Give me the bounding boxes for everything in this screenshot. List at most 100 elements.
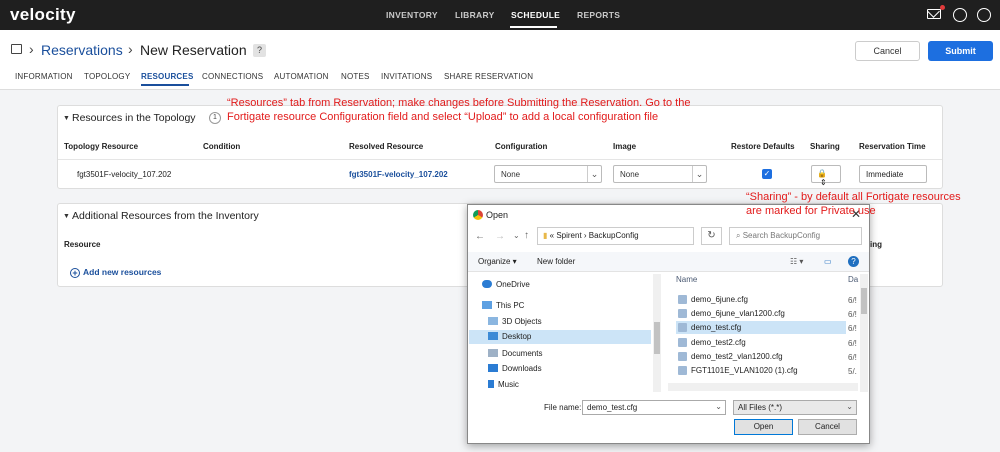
file-row[interactable]: demo_test2.cfg xyxy=(676,336,846,349)
file-name: FGT1101E_VLAN1020 (1).cfg xyxy=(691,366,798,375)
dialog-cancel-button[interactable]: Cancel xyxy=(798,419,857,435)
tree-item-downloads[interactable]: Downloads xyxy=(488,364,542,373)
chrome-icon xyxy=(473,210,483,220)
configuration-select[interactable]: None ⌄ xyxy=(494,165,602,183)
file-row[interactable]: FGT1101E_VLAN1020 (1).cfg xyxy=(676,364,846,377)
file-date: 6/! xyxy=(848,324,857,333)
tab-notes[interactable]: NOTES xyxy=(341,72,370,81)
tab-topology[interactable]: TOPOLOGY xyxy=(84,72,130,81)
tree-label: Downloads xyxy=(502,364,542,373)
file-row[interactable]: demo_6june_vlan1200.cfg xyxy=(676,307,846,320)
top-nav: velocity INVENTORY LIBRARY SCHEDULE REPO… xyxy=(0,0,1000,30)
collapse-caret-icon[interactable]: ▼ xyxy=(63,115,70,122)
more-icon[interactable] xyxy=(977,8,991,22)
nav-reports[interactable]: REPORTS xyxy=(577,10,620,20)
nav-active-indicator xyxy=(510,26,557,28)
collapse-caret-icon[interactable]: ▼ xyxy=(63,213,70,220)
annotation-sharing-line1: “Sharing” - by default all Fortigate res… xyxy=(746,191,961,203)
file-icon xyxy=(678,352,687,361)
nav-schedule[interactable]: SCHEDULE xyxy=(511,10,560,20)
tab-resources[interactable]: RESOURCES xyxy=(141,72,193,81)
file-name-label: File name: xyxy=(544,403,582,412)
configuration-value: None xyxy=(501,170,521,179)
file-row-partial: ▁▁▁ xyxy=(676,286,695,292)
tree-label: This PC xyxy=(496,301,525,310)
tree-item-music[interactable]: Music xyxy=(488,380,519,389)
sharing-select[interactable]: 🔒⇕ xyxy=(811,165,841,187)
annotation-resources-line2: Fortigate resource Configuration field a… xyxy=(227,111,659,123)
tree-scroll-thumb[interactable] xyxy=(654,322,660,354)
help-icon[interactable]: ? xyxy=(848,256,859,267)
tree-item-desktop[interactable]: Desktop xyxy=(469,330,651,344)
col-reservation-time: Reservation Time xyxy=(859,142,926,151)
file-row[interactable]: demo_test2_vlan1200.cfg xyxy=(676,350,846,363)
tree-label: 3D Objects xyxy=(502,317,542,326)
chevron-right-icon: › xyxy=(128,41,133,57)
tree-item-onedrive[interactable]: OneDrive xyxy=(482,280,530,289)
submit-button[interactable]: Submit xyxy=(928,41,993,61)
notification-dot xyxy=(940,5,945,10)
tree-item-this-pc[interactable]: This PC xyxy=(482,301,524,310)
forward-arrow-icon[interactable]: → xyxy=(495,231,505,242)
file-name-input[interactable]: demo_test.cfg ⌄ xyxy=(582,400,726,415)
tab-active-indicator xyxy=(141,84,189,86)
col-resolved-resource: Resolved Resource xyxy=(349,142,424,151)
file-type-select[interactable]: All Files (*.*) ⌄ xyxy=(733,400,857,415)
preview-pane-icon[interactable]: ▭ xyxy=(824,257,832,266)
resource-count-badge: 1 xyxy=(209,112,221,124)
tree-label: Music xyxy=(498,380,519,389)
back-arrow-icon[interactable]: ← xyxy=(475,231,485,242)
col-image: Image xyxy=(613,142,637,151)
col-date-header[interactable]: Da xyxy=(848,275,858,284)
address-bar[interactable]: ▮ « Spirent › BackupConfig xyxy=(537,227,694,245)
tab-information[interactable]: INFORMATION xyxy=(15,72,73,81)
col-name-header[interactable]: Name xyxy=(676,275,697,284)
image-select[interactable]: None ⌄ xyxy=(613,165,707,183)
velocity-logo[interactable]: velocity xyxy=(10,5,76,25)
file-row[interactable]: demo_6june.cfg xyxy=(676,293,846,306)
divider xyxy=(58,159,942,160)
new-folder-button[interactable]: New folder xyxy=(537,257,575,266)
cancel-button[interactable]: Cancel xyxy=(855,41,920,61)
address-path: « Spirent › BackupConfig xyxy=(549,231,639,240)
document-icon xyxy=(488,349,498,357)
computer-icon xyxy=(482,301,492,309)
tab-share-reservation[interactable]: SHARE RESERVATION xyxy=(444,72,533,81)
search-input[interactable]: ⌕ Search BackupConfig xyxy=(729,227,862,245)
recent-dropdown-icon[interactable]: ⌄ xyxy=(513,231,520,240)
annotation-sharing-line2: are marked for Private use xyxy=(746,205,876,217)
resolved-resource-link[interactable]: fgt3501F-velocity_107.202 xyxy=(349,170,448,179)
up-down-icon: ⇕ xyxy=(820,178,827,187)
file-name: demo_test2.cfg xyxy=(691,338,746,347)
open-button[interactable]: Open xyxy=(734,419,793,435)
organize-menu[interactable]: Organize ▾ xyxy=(478,257,517,266)
help-icon[interactable]: ? xyxy=(253,44,266,57)
tree-item-documents[interactable]: Documents xyxy=(488,349,542,358)
annotation-resources-line1: “Resources” tab from Reservation; make c… xyxy=(227,97,691,109)
nav-library[interactable]: LIBRARY xyxy=(455,10,495,20)
nav-inventory[interactable]: INVENTORY xyxy=(386,10,438,20)
view-options-icon[interactable]: ☷ ▾ xyxy=(790,257,803,266)
breadcrumb-reservations[interactable]: Reservations xyxy=(41,42,123,58)
reservation-time-select[interactable]: Immediate xyxy=(859,165,927,183)
file-scroll-thumb[interactable] xyxy=(861,288,867,314)
restore-defaults-checkbox[interactable]: ✓ xyxy=(762,169,772,179)
up-arrow-icon[interactable]: ↑ xyxy=(524,230,529,241)
user-icon[interactable] xyxy=(953,8,967,22)
chevron-down-icon: ⌄ xyxy=(587,166,601,182)
refresh-icon[interactable]: ↻ xyxy=(701,227,722,245)
page-header: › Reservations › New Reservation ? Cance… xyxy=(0,30,1000,90)
file-date: 6/! xyxy=(848,310,857,319)
mail-icon[interactable] xyxy=(927,9,941,19)
tab-connections[interactable]: CONNECTIONS xyxy=(202,72,263,81)
chevron-down-icon: ⌄ xyxy=(715,402,722,411)
tree-item-3d-objects[interactable]: 3D Objects xyxy=(488,317,542,326)
tab-invitations[interactable]: INVITATIONS xyxy=(381,72,432,81)
add-new-resources-link[interactable]: + Add new resources xyxy=(70,267,161,278)
file-date: 6/! xyxy=(848,339,857,348)
tab-automation[interactable]: AUTOMATION xyxy=(274,72,329,81)
file-name: demo_test.cfg xyxy=(691,323,742,332)
file-row-selected[interactable]: demo_test.cfg xyxy=(676,321,846,334)
file-list-hscrollbar[interactable] xyxy=(668,383,858,391)
chevron-down-icon: ⌄ xyxy=(692,166,706,182)
